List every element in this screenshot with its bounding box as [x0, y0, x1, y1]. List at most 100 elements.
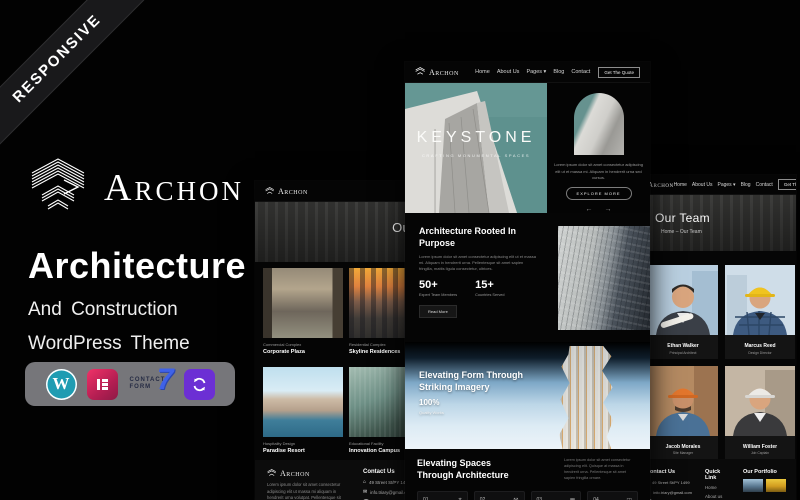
stat-label: Countries Served — [475, 293, 504, 297]
contact-form-7-logo: CONTACT FORM 7 — [128, 369, 174, 400]
site-logo[interactable]: Archon — [265, 187, 308, 196]
service-card[interactable]: 04 ◫ Envelope Design Lorem ipsum dolor s… — [587, 491, 638, 500]
theme-subline-1: And Construction — [28, 299, 246, 321]
city-grid-icon: ▦ — [570, 497, 576, 500]
team-member-role: Principal Architect — [648, 351, 718, 355]
project-name[interactable]: Paradise Resort — [263, 448, 343, 454]
showcase-section: Elevating Form Through Striking Imagery … — [405, 342, 650, 449]
project-photo — [263, 268, 343, 338]
stat-value: 50+ — [419, 279, 457, 291]
theme-subline-2: WordPress Theme — [28, 333, 246, 355]
hero-description: Lorem ipsum dolor sit amet consectetur a… — [553, 162, 645, 181]
footer-logo-text: Archon — [280, 469, 310, 478]
home-navbar: Archon Home About Us Pages ▾ Blog Contac… — [405, 62, 650, 83]
services-heading: Elevating Spaces Through Architecture — [417, 458, 521, 481]
footer-link-home[interactable]: Home — [705, 485, 730, 490]
wavy-tower-image — [558, 346, 616, 449]
site-logo-text: Archon — [429, 68, 459, 77]
footer-about-text: Lorem ipsum dolor sit amet consectetur a… — [267, 482, 347, 500]
team-photo-jacob — [648, 366, 718, 436]
nav-links: Home About Us Pages ▾ Blog Contact — [674, 182, 773, 188]
showcase-heading: Elevating Form Through Striking Imagery — [419, 369, 531, 393]
portfolio-thumbnails — [743, 479, 786, 492]
plugin-badges-bar: W CONTACT FORM 7 — [25, 362, 235, 406]
wordpress-logo-icon: W — [46, 369, 77, 400]
project-category: Hospitality Design — [263, 441, 343, 446]
team-member-card[interactable]: Ethan Walker Principal Architect — [648, 265, 718, 359]
nav-item-home[interactable]: Home — [475, 69, 490, 75]
hero-photo: KEYSTONE CRAFTING MONUMENTAL SPACES — [405, 83, 547, 213]
tools-icon: ⚒ — [513, 497, 518, 500]
hero-subtitle: CRAFTING MONUMENTAL SPACES — [405, 153, 547, 158]
nav-item-blog[interactable]: Blog — [553, 69, 564, 75]
team-page-title: Our Team — [655, 211, 796, 225]
portfolio-thumb[interactable] — [766, 479, 786, 492]
nav-item-about[interactable]: About Us — [497, 69, 520, 75]
team-member-name: Marcus Reed — [725, 343, 795, 349]
hero-side-panel: Lorem ipsum dolor sit amet consectetur a… — [547, 83, 650, 213]
explore-more-button[interactable]: EXPLORE MORE — [566, 187, 632, 200]
nav-item-contact[interactable]: Contact — [571, 69, 590, 75]
responsive-ribbon-label: RESPONSIVE — [9, 11, 104, 106]
theme-headline: Architecture — [28, 245, 246, 287]
nav-item-about[interactable]: About Us — [692, 182, 713, 188]
hero-slider-arrows: ← → — [586, 206, 612, 213]
about-description: Lorem ipsum dolor sit amet consectetur a… — [419, 254, 537, 272]
footer-address-text: 49 Street St/PY 1499 — [652, 480, 690, 485]
stat-label: Expert Team Members — [419, 293, 457, 297]
nav-item-home[interactable]: Home — [674, 182, 687, 188]
team-member-card[interactable]: Jacob Morales Site Manager — [648, 366, 718, 460]
team-member-card[interactable]: William Foster Job Captain — [725, 366, 795, 460]
team-photo-ethan — [648, 265, 718, 335]
responsive-ribbon: RESPONSIVE — [0, 0, 144, 146]
footer-address[interactable]: ⌂ 49 Street St/PY 1499 — [646, 479, 692, 485]
project-card[interactable]: Hospitality Design Paradise Resort — [263, 367, 343, 454]
archon-logo-icon — [28, 158, 92, 217]
footer-portfolio-column: Our Portfolio — [743, 469, 786, 500]
about-heading: Architecture Rooted In Purpose — [419, 226, 524, 249]
stats-row: 50+ Expert Team Members 15+ Countries Se… — [419, 279, 544, 297]
showcase-stat-value: 100% — [419, 398, 439, 407]
next-arrow-icon[interactable]: → — [605, 206, 612, 213]
service-card[interactable]: 01 ⌖ Architecture Lorem ipsum dolor sit … — [417, 491, 468, 500]
team-member-role: Design Director — [725, 351, 795, 355]
team-grid-section: Ethan Walker Principal Architect Marcus … — [630, 251, 796, 459]
team-photo-marcus — [725, 265, 795, 335]
about-section: Architecture Rooted In Purpose Lorem ips… — [405, 213, 650, 342]
get-quote-button[interactable]: Get The Quote — [598, 67, 640, 78]
portfolio-thumb[interactable] — [743, 479, 763, 492]
arch-window-image — [574, 93, 624, 155]
nav-links: Home About Us Pages ▾ Blog Contact — [475, 69, 590, 75]
hero-title: KEYSTONE — [405, 129, 547, 147]
stat-countries: 15+ Countries Served — [475, 279, 504, 297]
team-member-card[interactable]: Marcus Reed Design Director — [725, 265, 795, 359]
project-photo — [263, 367, 343, 437]
nav-item-contact[interactable]: Contact — [756, 182, 773, 188]
site-logo[interactable]: Archon — [415, 67, 459, 77]
services-cards-row: 01 ⌖ Architecture Lorem ipsum dolor sit … — [417, 491, 638, 500]
service-card[interactable]: 03 ▦ Urban & Site Planning Lorem ipsum d… — [531, 491, 582, 500]
theme-branding: Archon Architecture And Construction Wor… — [28, 158, 246, 355]
read-more-button[interactable]: Read More — [419, 305, 457, 318]
footer-link-about[interactable]: About us — [705, 494, 730, 499]
team-breadcrumb[interactable]: Home – Our Team — [655, 229, 796, 235]
prev-arrow-icon[interactable]: ← — [586, 206, 593, 213]
get-quote-button[interactable]: Get The Quote — [778, 179, 796, 190]
team-member-name: Jacob Morales — [648, 444, 718, 450]
footer-email[interactable]: ✉ info.triary@gmail.com — [646, 489, 692, 495]
footer-logo[interactable]: Archon — [267, 469, 347, 478]
project-name[interactable]: Corporate Plaza — [263, 349, 343, 355]
archon-logo: Archon — [28, 158, 246, 217]
team-member-name: William Foster — [725, 444, 795, 450]
team-banner: Our Team Home – Our Team — [630, 195, 796, 251]
team-member-name: Ethan Walker — [648, 343, 718, 349]
showcase-stat-label: Quality Works — [419, 410, 444, 415]
project-card[interactable]: Commercial Complex Corporate Plaza — [263, 268, 343, 355]
nav-item-blog[interactable]: Blog — [741, 182, 751, 188]
service-card[interactable]: 02 ⚒ Renovation Lorem ipsum dolor sit am… — [474, 491, 525, 500]
nav-item-pages[interactable]: Pages ▾ — [717, 182, 735, 188]
compass-icon: ⌖ — [458, 497, 461, 500]
team-caption: Ethan Walker Principal Architect — [648, 340, 718, 359]
site-logo-text: Archon — [278, 187, 308, 196]
nav-item-pages[interactable]: Pages ▾ — [526, 69, 546, 75]
